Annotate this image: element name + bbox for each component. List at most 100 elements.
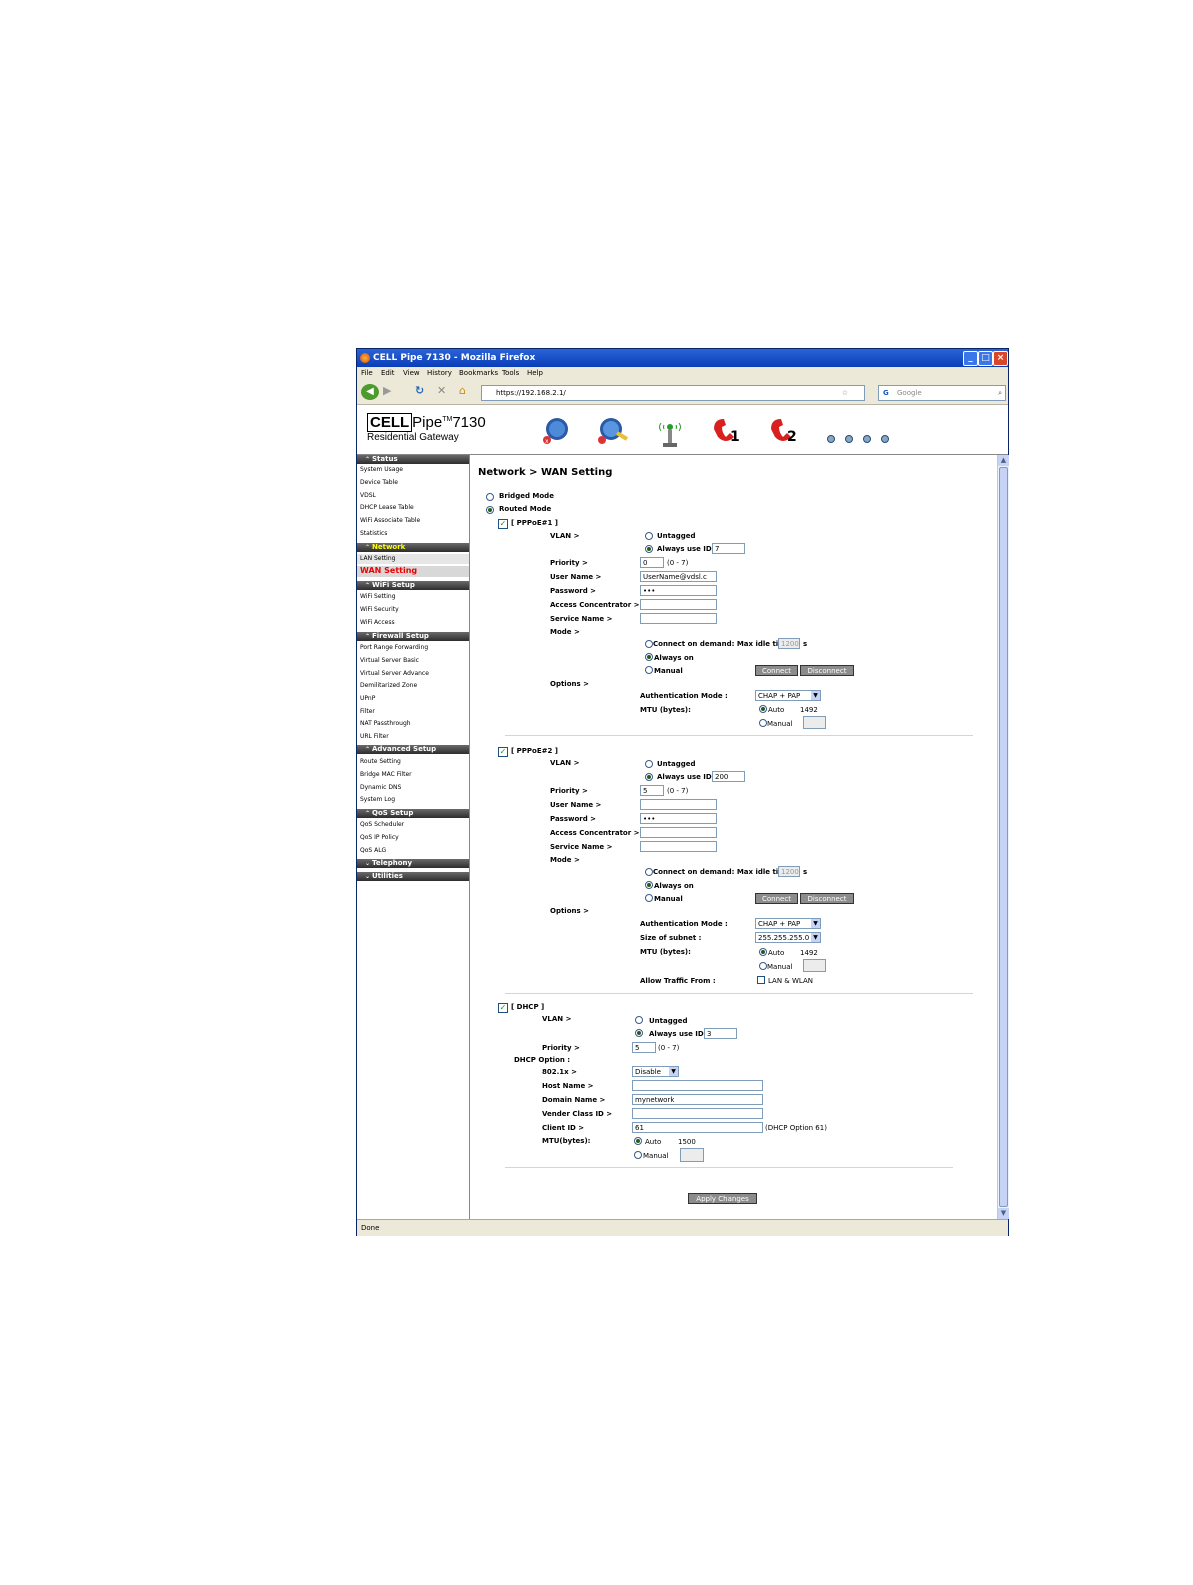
bookmark-star-icon[interactable]: ☆ xyxy=(842,386,848,400)
pppoe1-priority-input[interactable]: 0 xyxy=(640,557,664,568)
bridged-mode-radio[interactable] xyxy=(486,493,494,501)
dhcp-dot1x-select[interactable]: Disable ▼ xyxy=(632,1066,679,1077)
menu-history[interactable]: History xyxy=(427,367,452,380)
apply-changes-button[interactable]: Apply Changes xyxy=(688,1193,757,1204)
pppoe1-connect-on-demand-radio[interactable] xyxy=(645,640,653,648)
sidebar-item-port-range-forwarding[interactable]: Port Range Forwarding xyxy=(360,643,428,653)
reload-icon[interactable]: ↻ xyxy=(415,384,424,398)
dhcp-vlan-id-input[interactable]: 3 xyxy=(704,1028,737,1039)
sidebar-item-wifi-associate-table[interactable]: WiFi Associate Table xyxy=(360,516,420,526)
dhcp-host-name-input[interactable] xyxy=(632,1080,763,1091)
sidebar-item-upnp[interactable]: UPnP xyxy=(360,694,375,704)
pppoe2-subnet-select[interactable]: 255.255.255.0 ▼ xyxy=(755,932,821,943)
sidebar-item-wifi-setting[interactable]: WiFi Setting xyxy=(360,592,396,602)
dhcp-priority-input[interactable]: 5 xyxy=(632,1042,656,1053)
sidebar-section-telephony[interactable]: ⌄ Telephony xyxy=(357,859,469,868)
pppoe1-service-name-input[interactable] xyxy=(640,613,717,624)
pppoe2-always-on-radio[interactable] xyxy=(645,881,653,889)
sidebar-item-system-usage[interactable]: System Usage xyxy=(360,465,403,475)
pppoe1-mtu-auto-radio[interactable] xyxy=(759,705,767,713)
sidebar-section-status[interactable]: ⌃ Status xyxy=(357,455,469,464)
sidebar-section-advanced-setup[interactable]: ⌃ Advanced Setup xyxy=(357,745,469,754)
pppoe2-username-input[interactable] xyxy=(640,799,717,810)
sidebar-item-statistics[interactable]: Statistics xyxy=(360,529,387,539)
pppoe1-mtu-manual-radio[interactable] xyxy=(759,719,767,727)
menu-file[interactable]: File xyxy=(361,367,373,380)
pppoe1-connect-button[interactable]: Connect xyxy=(755,665,798,676)
menu-view[interactable]: View xyxy=(403,367,420,380)
sidebar-item-qos-ip-policy[interactable]: QoS IP Policy xyxy=(360,833,399,843)
pppoe2-auth-mode-select[interactable]: CHAP + PAP ▼ xyxy=(755,918,821,929)
pppoe2-access-concentrator-input[interactable] xyxy=(640,827,717,838)
dhcp-mtu-manual-radio[interactable] xyxy=(634,1151,642,1159)
back-arrow-icon[interactable]: ◀ xyxy=(361,384,379,400)
menu-help[interactable]: Help xyxy=(527,367,543,380)
url-bar[interactable]: https://192.168.2.1/ ☆ xyxy=(481,385,865,401)
sidebar-item-virtual-server-basic[interactable]: Virtual Server Basic xyxy=(360,656,419,666)
pppoe1-manual-radio[interactable] xyxy=(645,666,653,674)
pppoe1-access-concentrator-input[interactable] xyxy=(640,599,717,610)
pppoe1-password-input[interactable]: ••• xyxy=(640,585,717,596)
pppoe1-disconnect-button[interactable]: Disconnect xyxy=(800,665,854,676)
sidebar-item-wifi-security[interactable]: WiFi Security xyxy=(360,605,399,615)
sidebar-item-filter[interactable]: Filter xyxy=(360,707,375,717)
dhcp-untagged-radio[interactable] xyxy=(635,1016,643,1024)
routed-mode-radio[interactable] xyxy=(486,506,494,514)
dhcp-vender-class-input[interactable] xyxy=(632,1108,763,1119)
sidebar-section-wifi-setup[interactable]: ⌃ WiFi Setup xyxy=(357,581,469,590)
pppoe2-manual-radio[interactable] xyxy=(645,894,653,902)
pppoe1-always-id-radio[interactable] xyxy=(645,545,653,553)
sidebar-section-firewall-setup[interactable]: ⌃ Firewall Setup xyxy=(357,632,469,641)
pppoe2-password-input[interactable]: ••• xyxy=(640,813,717,824)
dhcp-mtu-manual-input[interactable] xyxy=(680,1148,704,1162)
pppoe2-connect-button[interactable]: Connect xyxy=(755,893,798,904)
pppoe2-untagged-radio[interactable] xyxy=(645,760,653,768)
sidebar-item-qos-alg[interactable]: QoS ALG xyxy=(360,846,386,856)
maximize-button[interactable]: □ xyxy=(978,351,993,366)
pppoe2-priority-input[interactable]: 5 xyxy=(640,785,664,796)
pppoe1-username-input[interactable]: UserName@vdsl.c xyxy=(640,571,717,582)
sidebar-item-demilitarized-zone[interactable]: Demilitarized Zone xyxy=(360,681,417,691)
menu-tools[interactable]: Tools xyxy=(502,367,519,380)
pppoe2-service-name-input[interactable] xyxy=(640,841,717,852)
sidebar-item-url-filter[interactable]: URL Filter xyxy=(360,732,389,742)
stop-icon[interactable]: ✕ xyxy=(437,384,446,398)
close-button[interactable]: × xyxy=(993,351,1008,366)
scroll-down-icon[interactable]: ▼ xyxy=(998,1208,1009,1219)
sidebar-item-bridge-mac-filter[interactable]: Bridge MAC Filter xyxy=(360,770,412,780)
sidebar-item-lan-setting[interactable]: LAN Setting xyxy=(357,554,469,564)
pppoe2-disconnect-button[interactable]: Disconnect xyxy=(800,893,854,904)
pppoe1-always-on-radio[interactable] xyxy=(645,653,653,661)
dhcp-domain-name-input[interactable]: mynetwork xyxy=(632,1094,763,1105)
pppoe2-checkbox[interactable]: ✓ xyxy=(498,747,508,757)
pppoe2-mtu-auto-radio[interactable] xyxy=(759,948,767,956)
pppoe1-idle-time-input[interactable]: 1200 xyxy=(778,638,800,649)
sidebar-item-virtual-server-advance[interactable]: Virtual Server Advance xyxy=(360,669,429,679)
vertical-scrollbar[interactable]: ▲ ▼ xyxy=(997,455,1009,1219)
sidebar-section-qos-setup[interactable]: ⌃ QoS Setup xyxy=(357,809,469,818)
dhcp-client-id-input[interactable]: 61 xyxy=(632,1122,763,1133)
pppoe1-checkbox[interactable]: ✓ xyxy=(498,519,508,529)
dhcp-always-id-radio[interactable] xyxy=(635,1029,643,1037)
pppoe2-mtu-manual-input[interactable] xyxy=(803,959,826,972)
forward-arrow-icon[interactable]: ▶ xyxy=(383,384,391,398)
dhcp-checkbox[interactable]: ✓ xyxy=(498,1003,508,1013)
home-icon[interactable]: ⌂ xyxy=(459,384,466,398)
pppoe2-lan-wlan-checkbox[interactable] xyxy=(757,976,765,984)
sidebar-item-vdsl[interactable]: VDSL xyxy=(360,491,376,501)
sidebar-section-utilities[interactable]: ⌄ Utilities xyxy=(357,872,469,881)
scroll-up-icon[interactable]: ▲ xyxy=(998,455,1009,466)
pppoe2-mtu-manual-radio[interactable] xyxy=(759,962,767,970)
sidebar-item-nat-passthrough[interactable]: NAT Passthrough xyxy=(360,719,411,729)
search-magnifier-icon[interactable]: ⌕ xyxy=(998,386,1002,400)
menu-edit[interactable]: Edit xyxy=(381,367,395,380)
sidebar-item-dynamic-dns[interactable]: Dynamic DNS xyxy=(360,783,401,793)
scroll-thumb[interactable] xyxy=(999,467,1008,1207)
pppoe1-auth-mode-select[interactable]: CHAP + PAP ▼ xyxy=(755,690,821,701)
pppoe1-vlan-id-input[interactable]: 7 xyxy=(712,543,745,554)
sidebar-item-system-log[interactable]: System Log xyxy=(360,795,395,805)
search-box[interactable]: G Google ⌕ xyxy=(878,385,1006,401)
pppoe2-connect-on-demand-radio[interactable] xyxy=(645,868,653,876)
menu-bookmarks[interactable]: Bookmarks xyxy=(459,367,498,380)
sidebar-item-dhcp-lease-table[interactable]: DHCP Lease Table xyxy=(360,503,414,513)
